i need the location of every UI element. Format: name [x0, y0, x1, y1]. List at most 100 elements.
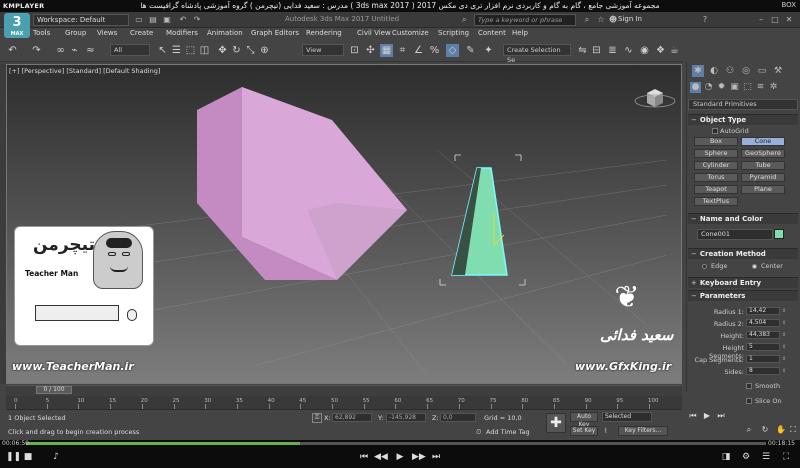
param-field-4[interactable]: 1	[746, 355, 780, 363]
player-3d-icon[interactable]: ◨	[720, 451, 732, 463]
param-field-1[interactable]: 4,504	[746, 319, 780, 327]
redo-icon[interactable]: ↷	[192, 15, 202, 25]
space-warps-icon[interactable]: ≋	[755, 82, 766, 93]
player-rewind-icon[interactable]: ◀◀	[374, 451, 388, 463]
reference-coordinate-dropdown[interactable]: View	[302, 44, 344, 56]
param-spinner-icon[interactable]: ⇕	[782, 355, 786, 363]
creation-method-rollout[interactable]: − Creation Method	[688, 248, 798, 259]
utilities-tab-icon[interactable]: ⚒	[772, 65, 784, 77]
search-input[interactable]: Type a keyword or phrase	[474, 14, 576, 26]
object-type-pyramid-button[interactable]: Pyramid	[741, 173, 785, 182]
menu-graph-editors[interactable]: Graph Editors	[251, 29, 299, 37]
move-icon[interactable]: ✥	[216, 44, 229, 57]
menu-animation[interactable]: Animation	[207, 29, 243, 37]
close-icon[interactable]: ✕	[784, 15, 794, 25]
object-type-teapot-button[interactable]: Teapot	[694, 185, 738, 194]
primitive-category-dropdown[interactable]: Standard Primitives	[688, 99, 798, 110]
z-coordinate-field[interactable]: 0,0	[440, 413, 476, 422]
keyboard-entry-rollout[interactable]: + Keyboard Entry	[688, 277, 798, 288]
param-field-2[interactable]: 44,383	[746, 331, 780, 339]
param-field-5[interactable]: 8	[746, 367, 780, 375]
layer-manager-icon[interactable]: ≣	[606, 44, 619, 57]
player-play-pause-icon[interactable]: ❚❚	[6, 451, 21, 463]
menu-civil-view[interactable]: Civil View	[357, 29, 391, 37]
align-icon[interactable]: ⊟	[590, 44, 603, 57]
user-icon[interactable]: ☻	[608, 15, 618, 25]
geometry-icon[interactable]: ●	[690, 82, 701, 93]
app-logo-button[interactable]: 3 MAX	[4, 13, 30, 38]
shapes-icon[interactable]: ◔	[703, 82, 714, 93]
add-time-tag[interactable]: Add Time Tag	[486, 428, 530, 436]
systems-icon[interactable]: ✲	[768, 82, 779, 93]
menu-content[interactable]: Content	[478, 29, 506, 37]
menu-modifiers[interactable]: Modifiers	[166, 29, 198, 37]
player-prev-icon[interactable]: ⏮	[358, 451, 370, 463]
autogrid-checkbox[interactable]	[712, 128, 718, 134]
next-frame-icon[interactable]: ⏭	[712, 410, 730, 422]
player-menu-label[interactable]: BOX	[781, 1, 796, 9]
link-icon[interactable]: ∞	[54, 44, 67, 57]
player-playlist-icon[interactable]: ☰	[760, 451, 772, 463]
smooth-checkbox[interactable]	[746, 383, 752, 389]
name-color-rollout[interactable]: − Name and Color	[688, 213, 798, 224]
menu-help[interactable]: Help	[512, 29, 528, 37]
undo-icon[interactable]: ↶	[178, 15, 188, 25]
snaps-toggle-icon[interactable]: ⌗	[396, 44, 409, 57]
object-type-tube-button[interactable]: Tube	[741, 161, 785, 170]
menu-create[interactable]: Create	[130, 29, 153, 37]
param-field-3[interactable]: 5	[746, 343, 780, 351]
param-spinner-icon[interactable]: ⇕	[782, 319, 786, 327]
edit-named-selection-icon[interactable]: ✎	[464, 44, 477, 57]
helpers-icon[interactable]: ⬚	[742, 82, 753, 93]
mirror-icon[interactable]: ⇋	[576, 44, 589, 57]
object-type-box-button[interactable]: Box	[694, 137, 738, 146]
key-filters-button[interactable]: Key Filters...	[618, 426, 668, 436]
player-stop-icon[interactable]: ■	[22, 451, 34, 463]
workspace-dropdown[interactable]: Workspace: Default	[33, 14, 129, 26]
select-object-icon[interactable]: ↖	[156, 44, 169, 57]
selection-filter-dropdown[interactable]: All	[110, 44, 150, 56]
viewport-label[interactable]: [+] [Perspective] [Standard] [Default Sh…	[9, 67, 160, 75]
lock-selection-icon[interactable]: ⚿	[312, 413, 322, 423]
menu-group[interactable]: Group	[65, 29, 86, 37]
set-key-button[interactable]: Set Key	[570, 426, 598, 436]
object-type-torus-button[interactable]: Torus	[694, 173, 738, 182]
save-file-icon[interactable]: ▣	[162, 15, 172, 25]
manipulate-icon[interactable]: ✣	[364, 44, 377, 57]
pivot-center-icon[interactable]: ⊡	[348, 44, 361, 57]
keyboard-shortcut-icon[interactable]: ▦	[380, 44, 393, 57]
material-editor-icon[interactable]: ◉	[638, 44, 651, 57]
menu-scripting[interactable]: Scripting	[438, 29, 469, 37]
scale-icon[interactable]: ⤡	[244, 44, 257, 57]
player-fullscreen-icon[interactable]: ⛶	[780, 451, 792, 463]
object-type-textplus-button[interactable]: TextPlus	[694, 197, 738, 206]
star-icon[interactable]: ☆	[596, 15, 606, 25]
spinner-snap-icon[interactable]: ◇	[446, 44, 459, 57]
track-bar[interactable]	[6, 396, 682, 410]
object-type-rollout[interactable]: − Object Type	[688, 114, 798, 125]
object-color-swatch[interactable]	[774, 229, 784, 239]
menu-customize[interactable]: Customize	[392, 29, 429, 37]
select-by-name-icon[interactable]: ☰	[170, 44, 183, 57]
maximize-icon[interactable]: □	[770, 15, 780, 25]
y-coordinate-field[interactable]: -145,928	[386, 413, 426, 422]
search-icon[interactable]: ⌕	[582, 15, 592, 25]
render-icon[interactable]: ☕	[668, 44, 681, 57]
key-tangent-icon[interactable]: ⌇	[604, 426, 614, 436]
key-mode-dropdown[interactable]: Selected	[602, 412, 652, 422]
window-crossing-icon[interactable]: ◫	[198, 44, 211, 57]
player-progress-bar[interactable]	[26, 442, 766, 445]
placement-icon[interactable]: ⊕	[258, 44, 271, 57]
display-tab-icon[interactable]: ▭	[756, 65, 768, 77]
param-spinner-icon[interactable]: ⇕	[782, 343, 786, 351]
edge-radio[interactable]	[702, 264, 707, 269]
object-type-plane-button[interactable]: Plane	[741, 185, 785, 194]
player-forward-icon[interactable]: ▶▶	[412, 451, 426, 463]
object-type-geosphere-button[interactable]: GeoSphere	[741, 149, 785, 158]
parameters-rollout[interactable]: − Parameters	[688, 290, 798, 301]
render-setup-icon[interactable]: ❖	[654, 44, 667, 57]
param-spinner-icon[interactable]: ⇕	[782, 367, 786, 375]
angle-snap-icon[interactable]: ∠	[412, 44, 425, 57]
center-radio[interactable]	[752, 264, 757, 269]
player-volume-icon[interactable]: ♪	[50, 451, 62, 463]
